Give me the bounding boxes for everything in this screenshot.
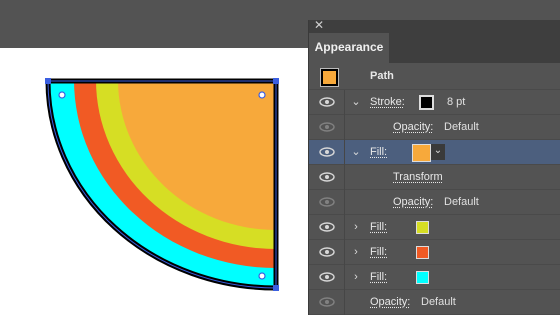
fill-label[interactable]: Fill:	[370, 240, 387, 264]
transform-label[interactable]: Transform	[393, 165, 443, 189]
stroke-label[interactable]: Stroke:	[370, 90, 405, 114]
column-divider	[344, 115, 345, 140]
eye-icon[interactable]	[319, 172, 335, 182]
opacity-value[interactable]: Default	[444, 190, 479, 214]
fill-cyan	[46, 290, 276, 315]
column-divider	[344, 215, 345, 240]
opacity-label[interactable]: Opacity:	[393, 190, 433, 214]
fill-swatch-yellow[interactable]	[416, 221, 429, 234]
fill-swatch-red[interactable]	[416, 246, 429, 259]
eye-icon[interactable]	[319, 122, 335, 132]
eye-icon[interactable]	[319, 97, 335, 107]
column-divider	[344, 140, 345, 165]
column-divider	[344, 290, 345, 315]
eye-icon[interactable]	[319, 297, 335, 307]
chevron-down-icon[interactable]: ⌄	[350, 90, 362, 115]
fill-dropdown-button[interactable]: ⌄	[431, 144, 445, 160]
header-row[interactable]: Path	[309, 63, 560, 90]
close-icon[interactable]: ✕	[314, 19, 324, 32]
artboard[interactable]	[0, 48, 308, 315]
opacity-label[interactable]: Opacity:	[370, 290, 410, 314]
opacity-value[interactable]: Default	[444, 115, 479, 139]
stroke-weight-value[interactable]: 8 pt	[447, 90, 465, 114]
corner-widget	[258, 91, 266, 99]
eye-icon[interactable]	[319, 247, 335, 257]
row-fill-red[interactable]: › Fill:	[309, 240, 560, 265]
row-fill-cyan[interactable]: › Fill:	[309, 265, 560, 290]
row-path-opacity[interactable]: Opacity: Default	[309, 290, 560, 315]
row-transform[interactable]: Transform	[309, 165, 560, 190]
anchor-point	[273, 78, 279, 84]
artwork-quarter-circle[interactable]	[0, 48, 308, 315]
opacity-label[interactable]: Opacity:	[393, 115, 433, 139]
fill-label[interactable]: Fill:	[370, 140, 387, 164]
stroke-swatch[interactable]	[419, 95, 434, 110]
anchor-point	[45, 78, 51, 84]
column-divider	[344, 190, 345, 215]
chevron-right-icon[interactable]: ›	[350, 215, 362, 240]
tab-appearance[interactable]: Appearance	[309, 33, 389, 63]
panel-tab-row: Appearance	[309, 33, 560, 63]
eye-icon[interactable]	[319, 272, 335, 282]
path-label: Path	[370, 70, 394, 82]
path-thumbnail-icon	[320, 68, 339, 87]
row-fill-selected[interactable]: ⌄ Fill: ⌄	[309, 140, 560, 165]
anchor-point	[273, 285, 279, 291]
chevron-right-icon[interactable]: ›	[350, 240, 362, 265]
column-divider	[344, 265, 345, 290]
canvas-area[interactable]	[0, 0, 308, 315]
chevron-right-icon[interactable]: ›	[350, 265, 362, 290]
panel-topbar: ✕	[309, 19, 560, 33]
eye-icon[interactable]	[319, 222, 335, 232]
row-fill-yellow[interactable]: › Fill:	[309, 215, 560, 240]
chevron-down-icon: ⌄	[433, 145, 443, 156]
eye-icon[interactable]	[319, 197, 335, 207]
fill-label[interactable]: Fill:	[370, 215, 387, 239]
column-divider	[344, 240, 345, 265]
corner-widget	[258, 272, 266, 280]
column-divider	[344, 165, 345, 190]
fill-swatch-cyan[interactable]	[416, 271, 429, 284]
row-fill-opacity[interactable]: Opacity: Default	[309, 190, 560, 215]
chevron-down-icon[interactable]: ⌄	[350, 140, 362, 165]
eye-icon[interactable]	[319, 147, 335, 157]
opacity-value[interactable]: Default	[421, 290, 456, 314]
fill-label[interactable]: Fill:	[370, 265, 387, 289]
column-divider	[344, 90, 345, 115]
row-stroke[interactable]: ⌄ Stroke: 8 pt	[309, 90, 560, 115]
fill-swatch-orange[interactable]	[412, 144, 431, 162]
appearance-panel: ✕ Appearance Path ⌄ Stroke: 8 pt Opacity…	[308, 19, 560, 315]
corner-widget	[58, 91, 66, 99]
row-stroke-opacity[interactable]: Opacity: Default	[309, 115, 560, 140]
